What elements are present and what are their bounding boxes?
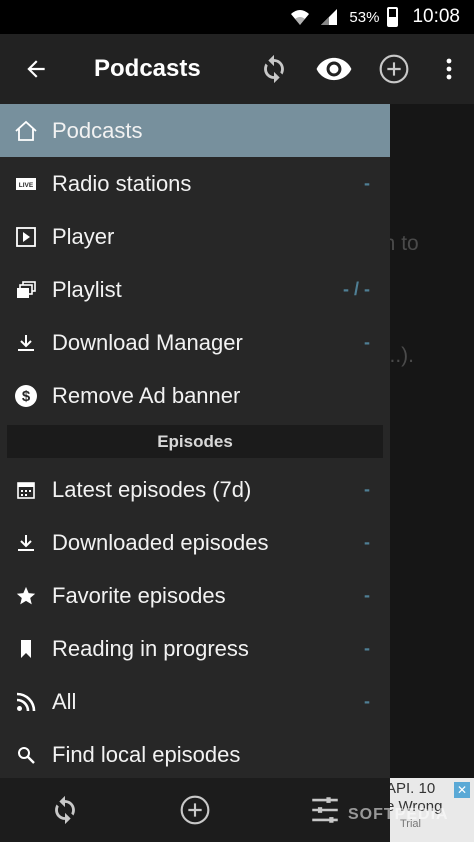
drawer-item-count: - [364, 332, 370, 352]
page-title: Podcasts [94, 55, 201, 82]
drawer-item-count: - [364, 691, 370, 711]
background-text-2: , ...). [390, 344, 414, 367]
bottom-refresh-button[interactable] [33, 778, 97, 842]
drawer-item-label: Remove Ad banner [52, 382, 241, 408]
status-time: 10:08 [412, 6, 460, 27]
drawer-item-latest-episodes[interactable]: Latest episodes (7d) - [0, 463, 390, 516]
drawer-item-count: - [364, 638, 370, 658]
drawer-item-label: Reading in progress [52, 635, 249, 661]
drawer-item-label: Podcasts [52, 117, 143, 143]
drawer-item-count: - / - [343, 279, 370, 299]
drawer-item-label: Downloaded episodes [52, 529, 269, 555]
eye-icon [316, 57, 352, 81]
star-icon [0, 569, 52, 622]
navigation-drawer: Podcasts LIVE Radio stations - Player Pl… [0, 104, 390, 778]
battery-percent: 53% [349, 8, 380, 26]
drawer-item-player[interactable]: Player [0, 210, 390, 263]
drawer-item-count: - [364, 532, 370, 552]
playlist-icon [0, 263, 52, 316]
refresh-button[interactable] [244, 34, 304, 104]
drawer-item-count: - [364, 173, 370, 193]
sliders-icon [312, 797, 338, 823]
drawer-item-count: - [364, 585, 370, 605]
dollar-icon: $ [0, 369, 52, 422]
live-icon: LIVE [0, 157, 52, 210]
svg-text:$: $ [22, 388, 31, 405]
watermark: SOFTPEDIA [348, 806, 449, 823]
drawer-item-label: Player [52, 223, 115, 249]
ad-text-1: API. 10 [390, 780, 436, 797]
refresh-icon [264, 54, 284, 84]
back-button[interactable] [0, 34, 72, 104]
app-bar: Podcasts [0, 34, 474, 104]
drawer-item-playlist[interactable]: Playlist - / - [0, 263, 390, 316]
add-circle-icon [379, 54, 409, 84]
ad-close-icon[interactable]: ✕ [454, 782, 470, 798]
drawer-item-label: Favorite episodes [52, 582, 226, 608]
drawer-item-downloaded-episodes[interactable]: Downloaded episodes - [0, 516, 390, 569]
more-vert-icon [446, 58, 452, 80]
drawer-item-label: Find local episodes [52, 741, 241, 767]
battery-icon [387, 7, 399, 27]
drawer-item-radio-stations[interactable]: LIVE Radio stations - [0, 157, 390, 210]
drawer-item-remove-ad[interactable]: $ Remove Ad banner [0, 369, 390, 422]
drawer-item-find-local-episodes[interactable]: Find local episodes [0, 728, 390, 781]
drawer-item-favorite-episodes[interactable]: Favorite episodes - [0, 569, 390, 622]
drawer-item-label: Radio stations [52, 170, 192, 196]
more-options-button[interactable] [424, 34, 474, 104]
drawer-item-all[interactable]: All - [0, 675, 390, 728]
background-text-1: on to [390, 232, 419, 255]
back-arrow-icon [27, 60, 45, 78]
drawer-item-download-manager[interactable]: Download Manager - [0, 316, 390, 369]
signal-icon [321, 9, 338, 25]
status-bar: 53% 10:08 [0, 0, 474, 34]
rss-icon [0, 675, 52, 728]
refresh-icon [55, 795, 75, 825]
download-icon [0, 516, 52, 569]
background-content: on to , ...). [390, 104, 474, 778]
add-podcast-button[interactable] [364, 34, 424, 104]
bookmark-icon [0, 622, 52, 675]
section-header-episodes: Episodes [7, 425, 383, 458]
download-icon [0, 316, 52, 369]
view-button[interactable] [304, 34, 364, 104]
home-icon [0, 104, 52, 157]
drawer-item-label: Download Manager [52, 329, 243, 355]
drawer-item-label: All [52, 688, 77, 714]
drawer-item-label: Playlist [52, 276, 122, 302]
drawer-item-count: - [364, 479, 370, 499]
svg-text:LIVE: LIVE [19, 182, 34, 189]
bottom-add-button[interactable] [163, 778, 227, 842]
drawer-item-reading-in-progress[interactable]: Reading in progress - [0, 622, 390, 675]
drawer-item-podcasts[interactable]: Podcasts [0, 104, 390, 157]
drawer-item-label: Latest episodes (7d) [52, 476, 252, 502]
player-icon [0, 210, 52, 263]
search-icon [0, 728, 52, 781]
add-circle-icon [180, 795, 210, 825]
calendar-icon [0, 463, 52, 516]
wifi-icon [291, 10, 310, 25]
